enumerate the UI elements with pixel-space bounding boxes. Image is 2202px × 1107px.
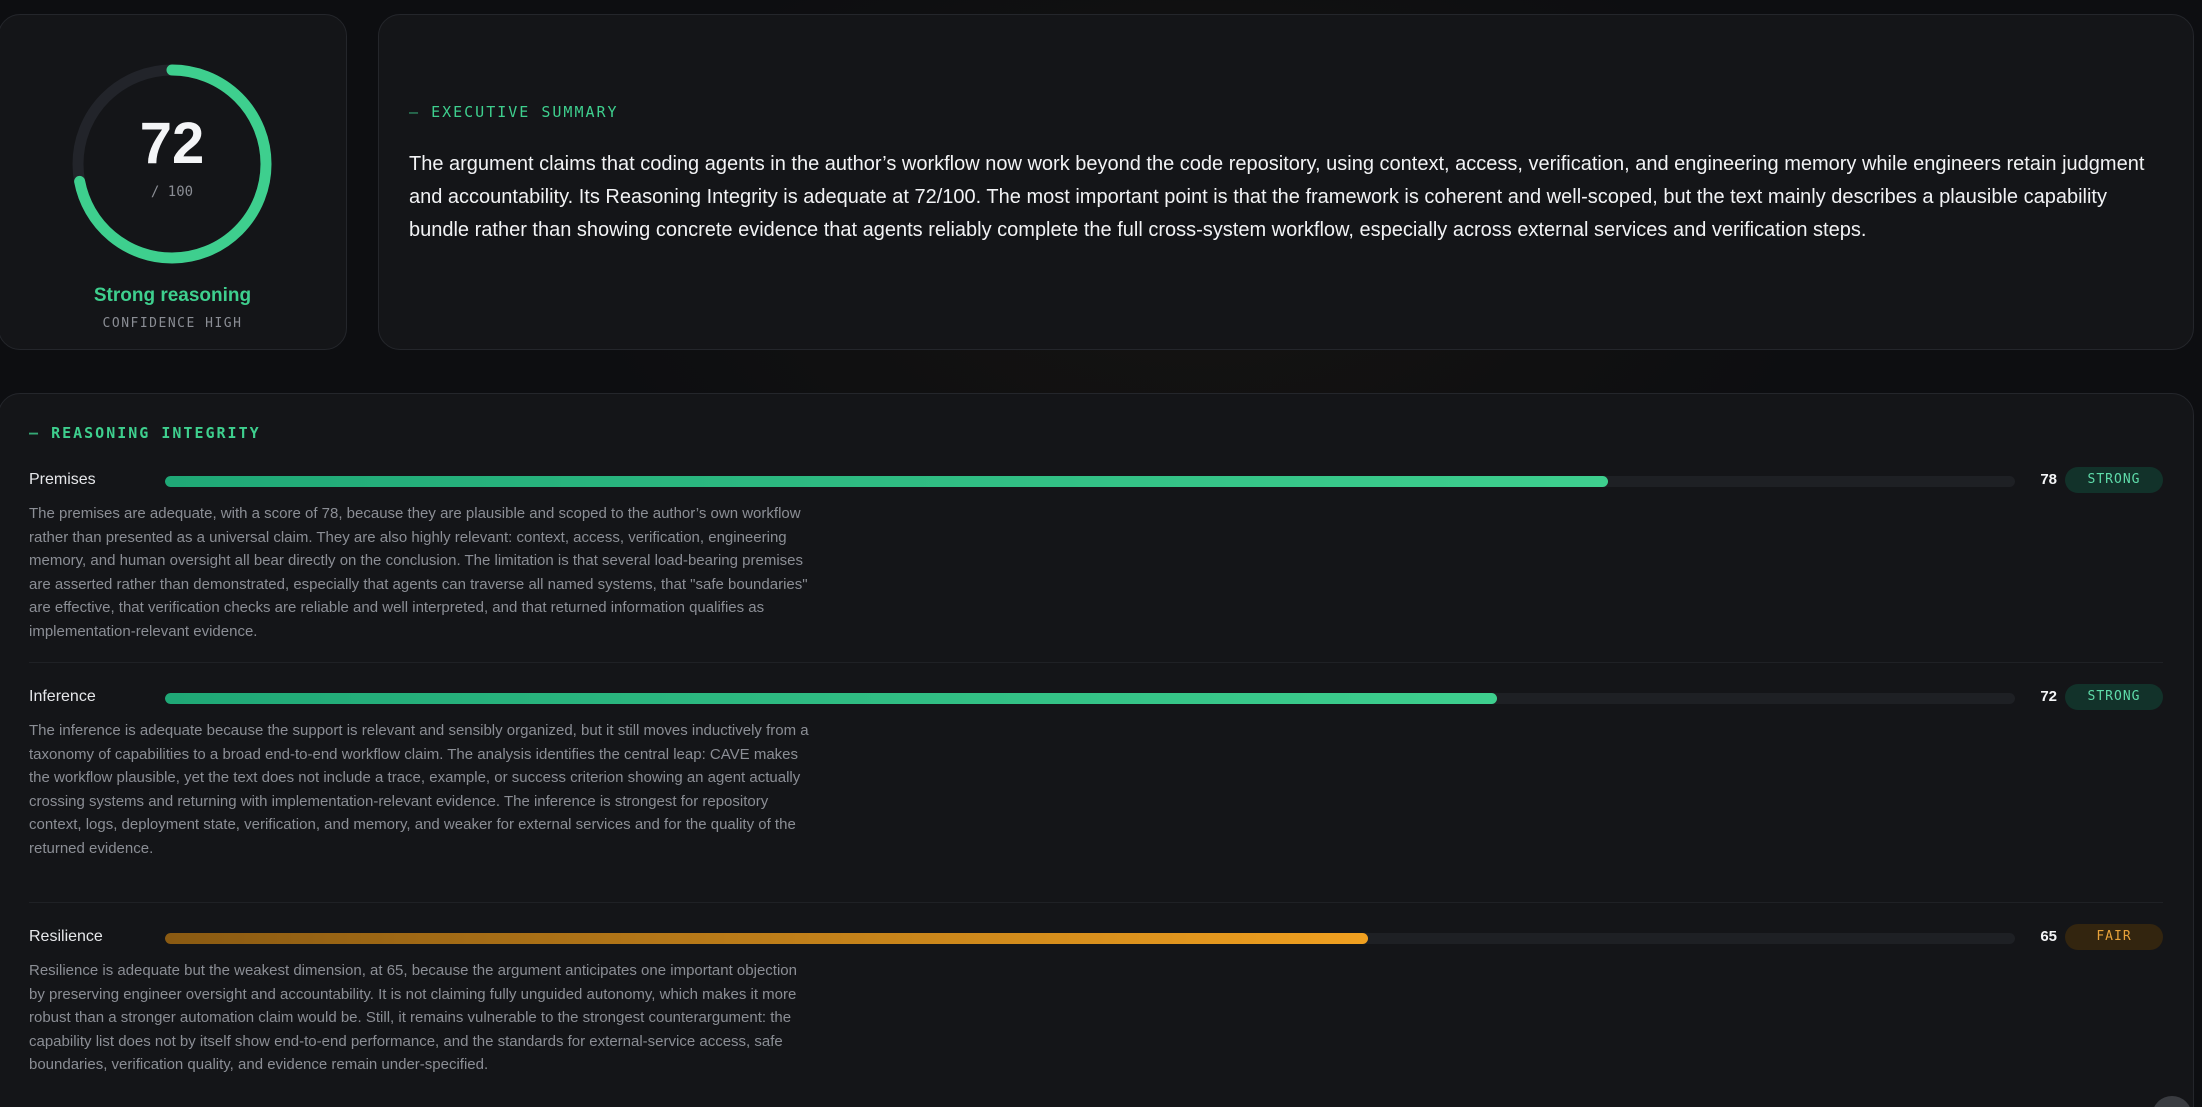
dimension-score: 65 xyxy=(2040,928,2057,945)
score-verdict: Strong reasoning xyxy=(93,285,252,306)
reasoning-integrity-heading-text: REASONING INTEGRITY xyxy=(51,424,261,442)
score-max: / 100 xyxy=(150,184,194,200)
dimension-name: Premises xyxy=(29,471,96,488)
dimension-description: The inference is adequate because the su… xyxy=(29,722,809,857)
executive-summary-card: — EXECUTIVE SUMMARY The argument claims … xyxy=(378,14,2194,350)
dimension-name: Resilience xyxy=(29,928,103,945)
dimension-bar-track xyxy=(165,693,2015,704)
dimension-bar-track xyxy=(165,933,2015,944)
dimension-bar-fill xyxy=(165,933,1368,944)
score-card: 72 / 100 Strong reasoning CONFIDENCE HIG… xyxy=(0,14,347,350)
dimension-score: 78 xyxy=(2040,471,2057,488)
confidence-label: CONFIDENCE HIGH xyxy=(102,316,243,331)
dimension-name: Inference xyxy=(29,688,96,705)
dimension-description: Resilience is adequate but the weakest d… xyxy=(29,962,797,1073)
dimension-badge: STRONG xyxy=(2065,684,2163,710)
score-value: 72 xyxy=(139,111,205,176)
executive-summary-heading: — EXECUTIVE SUMMARY xyxy=(409,103,619,121)
heading-dash: — xyxy=(409,103,432,121)
dimension-score: 72 xyxy=(2040,688,2057,705)
executive-summary-heading-text: EXECUTIVE SUMMARY xyxy=(431,103,619,121)
reasoning-integrity-card: — REASONING INTEGRITY Premises 78 STRONG… xyxy=(0,393,2194,1107)
dimension-bar-fill xyxy=(165,693,1497,704)
dimension-badge: FAIR xyxy=(2065,924,2163,950)
divider xyxy=(29,902,2163,903)
divider xyxy=(29,662,2163,663)
executive-summary-text: The argument claims that coding agents i… xyxy=(409,153,2145,241)
reasoning-integrity-heading: — REASONING INTEGRITY xyxy=(29,424,261,442)
dimension-badge: STRONG xyxy=(2065,467,2163,493)
heading-dash: — xyxy=(29,424,52,442)
dimension-bar-track xyxy=(165,476,2015,487)
dimension-bar-fill xyxy=(165,476,1608,487)
dimension-description: The premises are adequate, with a score … xyxy=(29,505,808,640)
